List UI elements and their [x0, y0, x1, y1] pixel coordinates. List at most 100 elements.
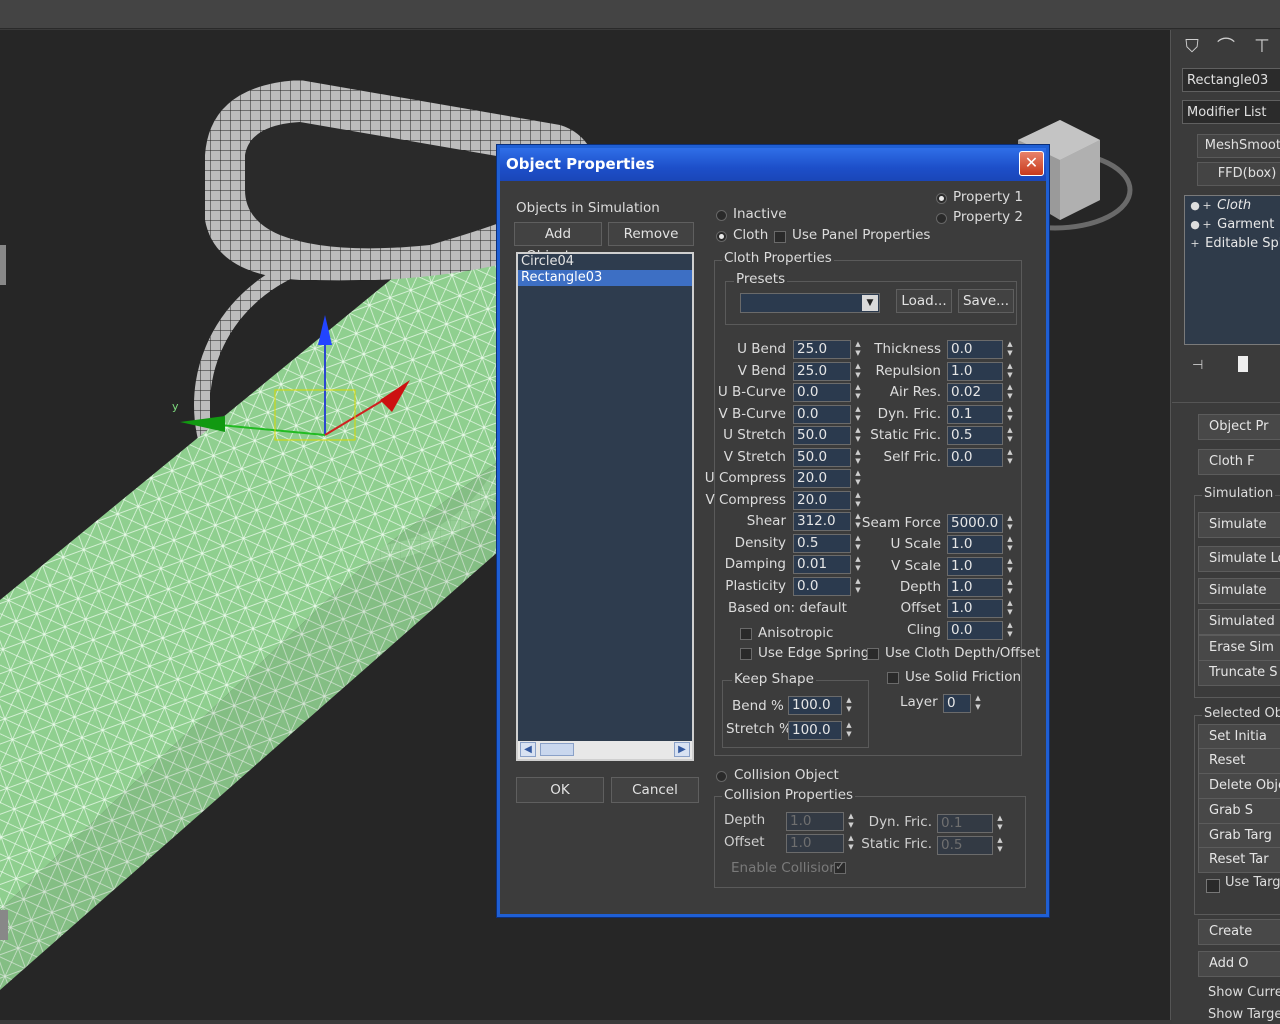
- param-field[interactable]: 50.0: [793, 447, 851, 467]
- spinner-arrows-icon[interactable]: ▲ ▼: [853, 491, 863, 510]
- param-field[interactable]: 0.02: [947, 383, 1003, 403]
- use-panel-properties-checkbox[interactable]: [774, 231, 786, 243]
- spinner-arrows-icon[interactable]: ▲ ▼: [844, 721, 854, 740]
- enable-collisions-checkbox[interactable]: [834, 859, 846, 874]
- param-field[interactable]: 20.0: [793, 469, 851, 488]
- param-field[interactable]: 20.0: [793, 490, 851, 510]
- param-field[interactable]: 0.0: [793, 383, 851, 402]
- spinner-arrows-icon[interactable]: ▲ ▼: [995, 836, 1005, 855]
- collision-depth-field[interactable]: 1.0: [786, 812, 844, 831]
- anisotropic-checkbox[interactable]: [740, 628, 752, 640]
- spinner-arrows-icon[interactable]: ▲ ▼: [1005, 557, 1015, 576]
- grab-state-button[interactable]: Grab S: [1198, 798, 1280, 824]
- param-field[interactable]: 1.0: [947, 535, 1003, 555]
- modifier-list-dropdown[interactable]: Modifier List: [1182, 100, 1280, 124]
- objects-list[interactable]: Circle04 Rectangle03 ◀ ▶: [516, 252, 694, 761]
- object-name-field[interactable]: Rectangle03: [1182, 68, 1280, 92]
- spinner-arrows-icon[interactable]: ▲ ▼: [1005, 383, 1015, 402]
- create-keys-button[interactable]: Create: [1198, 919, 1280, 945]
- param-field[interactable]: 0.0: [947, 620, 1003, 640]
- dialog-titlebar[interactable]: Object Properties: [500, 148, 1046, 181]
- load-button[interactable]: Load...: [896, 289, 952, 313]
- param-field[interactable]: 1.0: [947, 599, 1003, 619]
- use-target-state-checkbox[interactable]: [1206, 879, 1220, 893]
- simulate-local-button[interactable]: Simulate: [1198, 512, 1280, 538]
- stack-item-cloth[interactable]: ● + Cloth: [1185, 196, 1280, 215]
- scroll-left-icon[interactable]: ◀: [520, 742, 536, 757]
- ok-button[interactable]: OK: [516, 777, 604, 803]
- close-button[interactable]: ✕: [1019, 151, 1044, 176]
- show-end-result-icon[interactable]: [1238, 356, 1248, 372]
- spinner-arrows-icon[interactable]: ▲ ▼: [853, 469, 863, 488]
- add-objects-button[interactable]: Add Objects...: [514, 222, 602, 264]
- pin-stack-icon[interactable]: ⊣: [1192, 358, 1203, 373]
- collision-dyn-fric-field[interactable]: 0.1: [937, 814, 993, 833]
- param-field[interactable]: 5000.0: [947, 514, 1003, 533]
- spinner-arrows-icon[interactable]: ▲ ▼: [1005, 362, 1015, 381]
- cancel-button[interactable]: Cancel: [611, 777, 699, 803]
- truncate-simulation-button[interactable]: Truncate S: [1198, 660, 1280, 686]
- simulate-local-damped-button[interactable]: Simulate Loc: [1198, 546, 1280, 572]
- param-field[interactable]: 1.0: [947, 577, 1003, 597]
- meshsmooth-button[interactable]: MeshSmooth: [1197, 134, 1280, 158]
- expand-icon[interactable]: +: [1189, 234, 1201, 253]
- reset-state-button[interactable]: Reset: [1198, 748, 1280, 774]
- save-button[interactable]: Save...: [958, 289, 1014, 313]
- scroll-thumb[interactable]: [540, 743, 574, 756]
- param-field[interactable]: 0.1: [947, 404, 1003, 424]
- param-field[interactable]: 312.0: [793, 512, 851, 531]
- param-field[interactable]: 1.0: [947, 361, 1003, 381]
- spinner-arrows-icon[interactable]: ▲ ▼: [1005, 340, 1015, 359]
- spinner-arrows-icon[interactable]: ▲ ▼: [973, 694, 983, 713]
- modify-tab-icon[interactable]: ⛉: [1178, 32, 1206, 60]
- simulate-button[interactable]: Simulate: [1198, 578, 1280, 604]
- param-field[interactable]: 0.01: [793, 555, 851, 574]
- list-item-selected[interactable]: Rectangle03: [518, 270, 692, 286]
- simulated-frame-field[interactable]: Simulated Fra: [1198, 609, 1280, 635]
- list-item[interactable]: Circle04: [518, 254, 692, 270]
- param-field[interactable]: 0.0: [793, 576, 851, 596]
- collision-offset-field[interactable]: 1.0: [786, 834, 844, 853]
- reset-target-state-button[interactable]: Reset Tar: [1198, 847, 1280, 873]
- inactive-radio[interactable]: [716, 210, 727, 221]
- modifier-stack[interactable]: ● + Cloth ● + Garment + Editable Spl: [1184, 195, 1280, 345]
- ffd-box-button[interactable]: FFD(box): [1197, 162, 1280, 186]
- use-solid-friction-checkbox[interactable]: [887, 672, 899, 684]
- cloth-forces-button[interactable]: Cloth F: [1198, 449, 1280, 475]
- horizontal-scrollbar[interactable]: ◀ ▶: [518, 741, 692, 759]
- spinner-arrows-icon[interactable]: ▲ ▼: [1005, 599, 1015, 618]
- param-field[interactable]: 0.0: [947, 448, 1003, 467]
- grab-target-state-button[interactable]: Grab Targ: [1198, 823, 1280, 849]
- spinner-arrows-icon[interactable]: ▲ ▼: [1005, 514, 1015, 533]
- bulb-icon[interactable]: ●: [1189, 196, 1201, 215]
- presets-dropdown[interactable]: ▼: [740, 293, 880, 313]
- chevron-down-icon[interactable]: ▼: [862, 295, 878, 311]
- param-field[interactable]: 0.0: [947, 340, 1003, 359]
- erase-simulation-button[interactable]: Erase Sim: [1198, 635, 1280, 661]
- use-cloth-depth-checkbox[interactable]: [867, 648, 879, 660]
- bend-pct-field[interactable]: 100.0: [788, 696, 842, 715]
- delete-object-cache-button[interactable]: Delete Obje: [1198, 773, 1280, 799]
- close-icon[interactable]: ✕: [1025, 153, 1038, 172]
- expand-icon[interactable]: +: [1201, 215, 1213, 234]
- spinner-arrows-icon[interactable]: ▲ ▼: [1005, 535, 1015, 554]
- spinner-arrows-icon[interactable]: ▲ ▼: [1005, 405, 1015, 424]
- param-field[interactable]: 0.5: [947, 426, 1003, 446]
- stack-item-editable-spline[interactable]: + Editable Spl: [1185, 234, 1280, 253]
- use-edge-springs-checkbox[interactable]: [740, 648, 752, 660]
- param-field[interactable]: 0.5: [793, 533, 851, 553]
- spinner-arrows-icon[interactable]: ▲ ▼: [1005, 578, 1015, 597]
- param-field[interactable]: 25.0: [793, 340, 851, 359]
- show-current-state-label[interactable]: Show Curren: [1208, 985, 1280, 1000]
- collision-static-fric-field[interactable]: 0.5: [937, 836, 993, 855]
- scroll-right-icon[interactable]: ▶: [674, 742, 690, 757]
- param-field[interactable]: 1.0: [947, 556, 1003, 576]
- remove-button[interactable]: Remove: [608, 222, 694, 246]
- collision-object-radio[interactable]: [716, 771, 727, 782]
- spinner-arrows-icon[interactable]: ▲ ▼: [1005, 426, 1015, 445]
- hierarchy-tab-icon[interactable]: ⊤: [1248, 32, 1276, 60]
- show-target-state-label[interactable]: Show Targe: [1208, 1007, 1280, 1022]
- param-field[interactable]: 25.0: [793, 361, 851, 381]
- add-objects-button[interactable]: Add O: [1198, 951, 1280, 977]
- stretch-pct-field[interactable]: 100.0: [788, 721, 842, 740]
